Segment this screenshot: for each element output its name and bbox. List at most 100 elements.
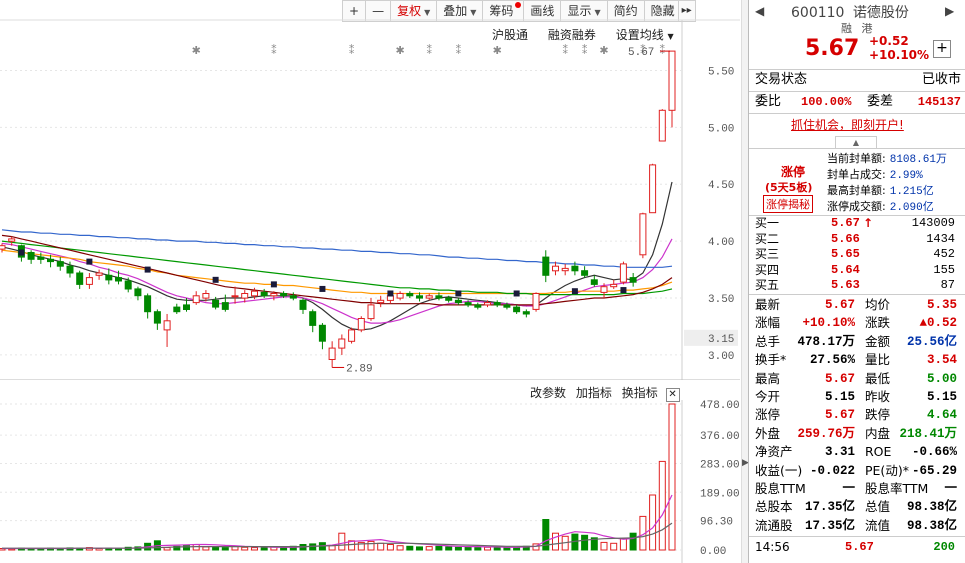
add-watchlist-button[interactable]: +	[933, 40, 951, 58]
switch-indicator-link[interactable]: 换指标	[622, 386, 658, 400]
candle-body	[144, 295, 152, 313]
y-tick-label: 3.00	[708, 351, 734, 363]
bid-price: 5.65	[831, 247, 860, 261]
stat-label: 净资产	[755, 444, 793, 460]
candle-body	[367, 304, 375, 320]
candle-body	[0, 245, 6, 250]
signal-marker-icon	[144, 266, 151, 273]
candle-body	[27, 252, 35, 260]
limit-stats: 当前封单额: 8108.61万 封单占成交: 2.99% 最高封单额: 1.215亿 …	[827, 150, 947, 214]
bid-volume: 87	[940, 278, 955, 292]
limit-up-reveal-button[interactable]: 涨停揭秘	[763, 195, 813, 213]
y-tick-label: 4.50	[708, 180, 734, 192]
volume-bar	[377, 542, 385, 551]
bid-row[interactable]: 买五 5.63 87	[755, 278, 961, 294]
signal-marker-icon	[212, 276, 219, 283]
stat-value: 259.76万	[797, 426, 855, 441]
next-stock-arrow-icon[interactable]: ▶	[945, 4, 954, 18]
stat-value: 3.31	[824, 445, 855, 460]
candle-body	[552, 265, 559, 272]
stat-value: 3.54	[926, 353, 957, 368]
candle-body	[76, 272, 84, 285]
event-marker-icon: ✱	[192, 44, 201, 57]
stat-value: 5.00	[926, 371, 957, 386]
bid-book: 买一 5.67 ↑ 143009 买二 5.66 1434 买三 5.65 452 买四 5.64 15…	[755, 216, 961, 294]
candle-body	[47, 258, 54, 263]
signal-marker-icon	[319, 285, 326, 292]
stat-label: 收益(一)	[755, 462, 803, 478]
order-diff-label: 委差	[867, 94, 894, 109]
candle-body	[503, 304, 511, 308]
candle-body	[153, 311, 161, 324]
stat-value: 2.090亿	[889, 202, 934, 214]
candle-body	[484, 302, 491, 306]
volume-bar	[658, 460, 666, 551]
stat-value: ▲0.52	[919, 316, 957, 331]
candle-body	[202, 293, 210, 299]
price-change: +0.52	[869, 34, 909, 48]
signal-marker-icon	[455, 290, 462, 297]
stat-label: 外盘	[755, 425, 781, 441]
stat-row: 今开 5.15 昨收 5.15	[755, 388, 961, 406]
bid-row[interactable]: 买二 5.66 1434	[755, 232, 961, 248]
stat-label: 跌停	[865, 407, 891, 423]
bid-volume: 155	[933, 262, 955, 277]
candle-body	[309, 311, 317, 326]
open-account-link[interactable]: 抓住机会，即刻开户!	[791, 116, 904, 133]
volume-bar	[386, 544, 394, 551]
stat-value: 4.64	[926, 408, 957, 423]
high-price-label: 5.67	[628, 47, 654, 59]
volume-bar	[425, 546, 433, 551]
stat-value: 98.38亿	[906, 500, 957, 515]
candle-body	[124, 280, 132, 290]
event-marker-icon: ⁑	[271, 44, 277, 57]
signal-marker-icon	[86, 258, 93, 265]
signal-marker-icon	[571, 288, 578, 295]
bid-row[interactable]: 买三 5.65 452	[755, 247, 961, 263]
stat-label: 量比	[865, 352, 891, 368]
volume-bar	[474, 547, 482, 551]
candle-body	[105, 274, 113, 281]
stat-value: 5.15	[926, 389, 957, 404]
bid-volume: 452	[933, 247, 955, 261]
bid-row[interactable]: 买一 5.67 ↑ 143009	[755, 216, 961, 232]
moving-average-line	[1, 249, 673, 295]
volume-bar	[260, 547, 268, 551]
candle-body	[581, 270, 589, 276]
edit-params-link[interactable]: 改参数	[530, 386, 566, 400]
candle-body	[425, 295, 433, 299]
stat-value: -65.29	[911, 463, 957, 478]
stat-value: 2.99%	[889, 170, 923, 182]
stat-label: 涨停	[755, 407, 781, 423]
tick-row: 14:56 5.67 200	[755, 540, 961, 554]
candle-body	[454, 299, 462, 304]
volume-bar	[668, 403, 676, 551]
candlestick-chart: 5.505.004.504.003.503.153.00✱ ⁑ ⁑ ✱ ⁑ ⁑ ✱ ⁑ ⁑ ✱ ⁑ ⁑…	[0, 19, 740, 380]
prev-stock-arrow-icon[interactable]: ◀	[755, 4, 764, 18]
trade-status-value: 已收市	[921, 72, 961, 87]
stat-label: 股息率TTM	[865, 480, 929, 496]
last-price: 5.67	[805, 36, 860, 61]
candle-body	[95, 272, 103, 276]
stat-label: 总值	[865, 499, 891, 515]
event-marker-icon: ⁑	[660, 44, 666, 57]
candle-body	[668, 50, 676, 111]
bid-row[interactable]: 买四 5.64 155	[755, 263, 961, 279]
candle-body	[134, 288, 142, 297]
stat-label: 均价	[865, 297, 891, 312]
moving-average-line	[1, 229, 673, 268]
stat-label: PE(动)*	[865, 462, 909, 478]
event-marker-icon: ✱	[599, 44, 608, 57]
candle-body	[629, 277, 637, 283]
candle-body	[231, 295, 239, 298]
candle-body	[183, 304, 190, 310]
add-indicator-link[interactable]: 加指标	[576, 386, 612, 400]
candle-body	[37, 256, 45, 260]
tick-time: 14:56	[755, 540, 790, 554]
candle-body	[610, 283, 618, 288]
stat-value: 5.35	[926, 298, 957, 312]
stat-value: 218.41万	[899, 426, 957, 441]
stat-value: +10.10%	[802, 316, 855, 331]
stat-row: 涨停 5.67 跌停 4.64	[755, 406, 961, 424]
event-marker-icon: ⁑	[562, 44, 568, 57]
